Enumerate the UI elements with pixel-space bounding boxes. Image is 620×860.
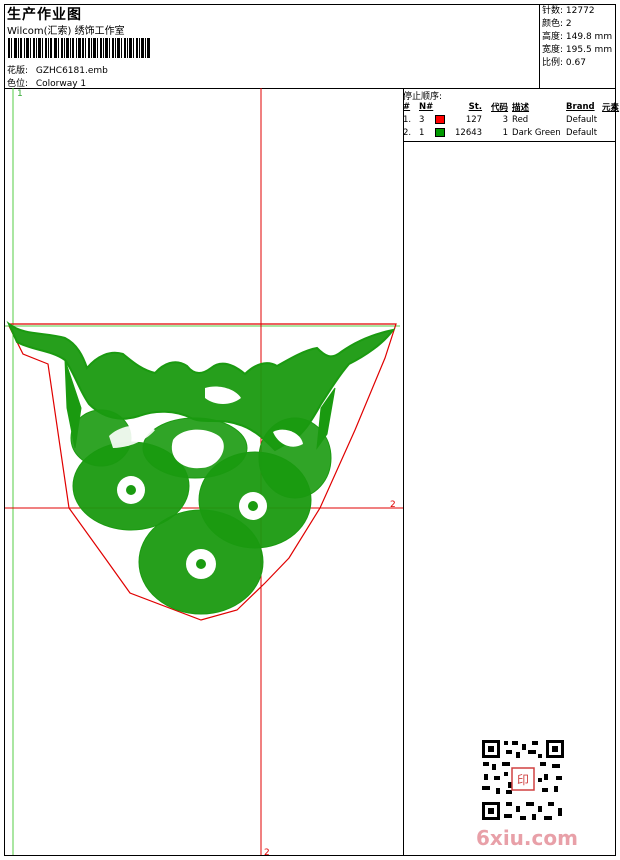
stop-needle: 3 <box>419 113 455 126</box>
col-brand: Brand <box>566 102 595 112</box>
stop-code: 3 <box>502 114 509 125</box>
stop-sequence-table: # N# St. 代码 描述 Brand 元素 1. 3 127 3 Red D… <box>403 101 619 139</box>
colors-label: 颜色: <box>542 19 564 29</box>
stop-stitches: 12643 <box>455 127 483 138</box>
col-element: 元素 <box>602 103 620 113</box>
stop-code: 1 <box>502 127 509 138</box>
canvas-divider <box>403 88 404 856</box>
stitches-row: 针数: 12772 <box>542 5 612 18</box>
stop-description: Red <box>512 114 529 125</box>
height-row: 高度: 149.8 mm <box>542 31 612 44</box>
stats-panel: 针数: 12772 颜色: 2 高度: 149.8 mm 宽度: 195.5 m… <box>542 5 612 70</box>
stop-index: 2. <box>403 127 412 138</box>
width-label: 宽度: <box>542 45 564 55</box>
colors-row: 颜色: 2 <box>542 18 612 31</box>
stop-needle-number: 1 <box>419 127 425 138</box>
qr-code: 印 <box>480 738 566 822</box>
seal-text: 印 <box>517 773 529 787</box>
design-label: 花版: <box>7 66 29 76</box>
col-description: 描述 <box>512 103 530 113</box>
width-value: 195.5 mm <box>565 45 613 55</box>
design-canvas: 1 2 2 <box>5 88 403 855</box>
design-value: GZHC6181.emb <box>35 66 108 76</box>
stitches-value: 12772 <box>565 6 595 16</box>
scale-value: 0.67 <box>565 58 586 68</box>
col-stitches: St. <box>468 102 483 112</box>
stitches-label: 针数: <box>542 6 564 16</box>
scale-label: 比例: <box>542 58 564 68</box>
marker-bottom: 2 <box>264 848 270 855</box>
color-swatch <box>435 114 446 124</box>
col-needle: N# <box>419 102 434 112</box>
stop-brand: Default <box>566 127 598 138</box>
marker-top: 1 <box>17 89 23 99</box>
company-name: Wilcom(汇索) 绣饰工作室 <box>7 26 125 37</box>
stop-needle-number: 3 <box>419 114 425 125</box>
height-label: 高度: <box>542 32 564 42</box>
watermark: 6xiu.com <box>476 826 578 850</box>
marker-right: 2 <box>390 500 396 510</box>
col-index: # <box>403 102 411 112</box>
stats-divider <box>539 4 540 88</box>
stop-row: 2. 1 12643 1 Dark Green Default <box>403 126 619 139</box>
barcode <box>8 38 150 58</box>
stop-element <box>602 126 619 139</box>
colors-value: 2 <box>565 19 572 29</box>
stop-brand: Default <box>566 114 598 125</box>
stop-needle: 1 <box>419 126 455 139</box>
page-title: 生产作业图 <box>7 7 82 23</box>
stop-description: Dark Green <box>512 127 561 138</box>
stops-divider <box>403 141 616 142</box>
stop-index: 1. <box>403 114 412 125</box>
scale-row: 比例: 0.67 <box>542 57 612 70</box>
col-code: 代码 <box>491 103 509 113</box>
stop-stitches: 127 <box>465 114 483 125</box>
height-value: 149.8 mm <box>565 32 613 42</box>
width-row: 宽度: 195.5 mm <box>542 44 612 57</box>
color-swatch <box>435 127 446 137</box>
stop-row: 1. 3 127 3 Red Default <box>403 113 619 126</box>
stop-element <box>602 113 619 126</box>
stop-sequence-header: # N# St. 代码 描述 Brand 元素 <box>403 101 619 113</box>
design-row: 花版: GZHC6181.emb <box>7 63 108 76</box>
